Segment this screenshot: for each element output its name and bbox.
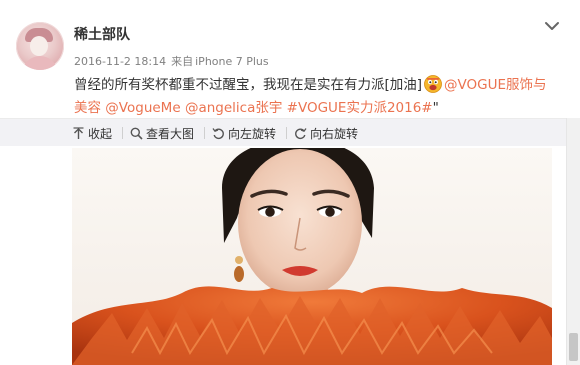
post-source-prefix: 来自	[171, 55, 194, 68]
mention-angelica-zhangyu[interactable]: @angelica张宇	[185, 100, 282, 116]
post-text: 曾经的所有奖杯都重不过醒宝，我现在是实在有力派[加油] @VOGUE服饰与美容 @…	[74, 74, 564, 120]
toolbar-divider	[286, 127, 287, 139]
post-text-main: 曾经的所有奖杯都重不过醒宝，我现在是实在有力派[加油]	[74, 77, 423, 93]
post-text-trailing: "	[432, 100, 439, 116]
post-device[interactable]: iPhone 7 Plus	[195, 55, 269, 68]
post-username[interactable]: 稀土部队	[74, 24, 130, 44]
collapse-label: 收起	[88, 127, 113, 141]
jiayou-emoji-icon	[424, 75, 442, 93]
collapse-button[interactable]: 收起	[72, 125, 112, 142]
scrollbar-thumb[interactable]	[569, 333, 578, 361]
avatar[interactable]	[16, 22, 64, 70]
scrollbar[interactable]	[566, 118, 580, 365]
post-date[interactable]: 2016-11-2 18:14	[74, 55, 166, 68]
rotate-right-icon	[294, 127, 307, 140]
view-large-label: 查看大图	[146, 127, 195, 141]
post-photo[interactable]	[72, 148, 552, 365]
rotate-left-label: 向左旋转	[228, 127, 277, 141]
image-toolbar: 收起 查看大图 向左旋转 向右旋转	[0, 118, 580, 146]
rotate-left-icon	[212, 127, 225, 140]
rotate-left-button[interactable]: 向左旋转	[212, 125, 276, 142]
mention-vogue-fushi-cont[interactable]: 美容	[74, 100, 101, 116]
view-large-button[interactable]: 查看大图	[130, 125, 194, 142]
weibo-post-card: 稀土部队 2016-11-2 18:14 来自 iPhone 7 Plus 曾经的所…	[0, 0, 580, 365]
avatar-body	[22, 56, 58, 70]
collapse-up-arrow-icon	[72, 127, 85, 140]
toolbar-divider	[204, 127, 205, 139]
chevron-down-icon[interactable]	[544, 18, 560, 34]
post-meta: 2016-11-2 18:14 来自 iPhone 7 Plus	[74, 53, 274, 69]
magnifier-icon	[130, 127, 143, 140]
rotate-right-label: 向右旋转	[310, 127, 359, 141]
rotate-right-button[interactable]: 向右旋转	[294, 125, 358, 142]
mention-vogue-fushi[interactable]: @VOGUE服饰与	[444, 77, 547, 93]
avatar-face	[30, 36, 48, 56]
mention-vogueme[interactable]: @VogueMe	[105, 100, 180, 116]
hashtag-vogue-shilipai[interactable]: #VOGUE实力派2016#	[287, 100, 433, 116]
toolbar-divider	[122, 127, 123, 139]
